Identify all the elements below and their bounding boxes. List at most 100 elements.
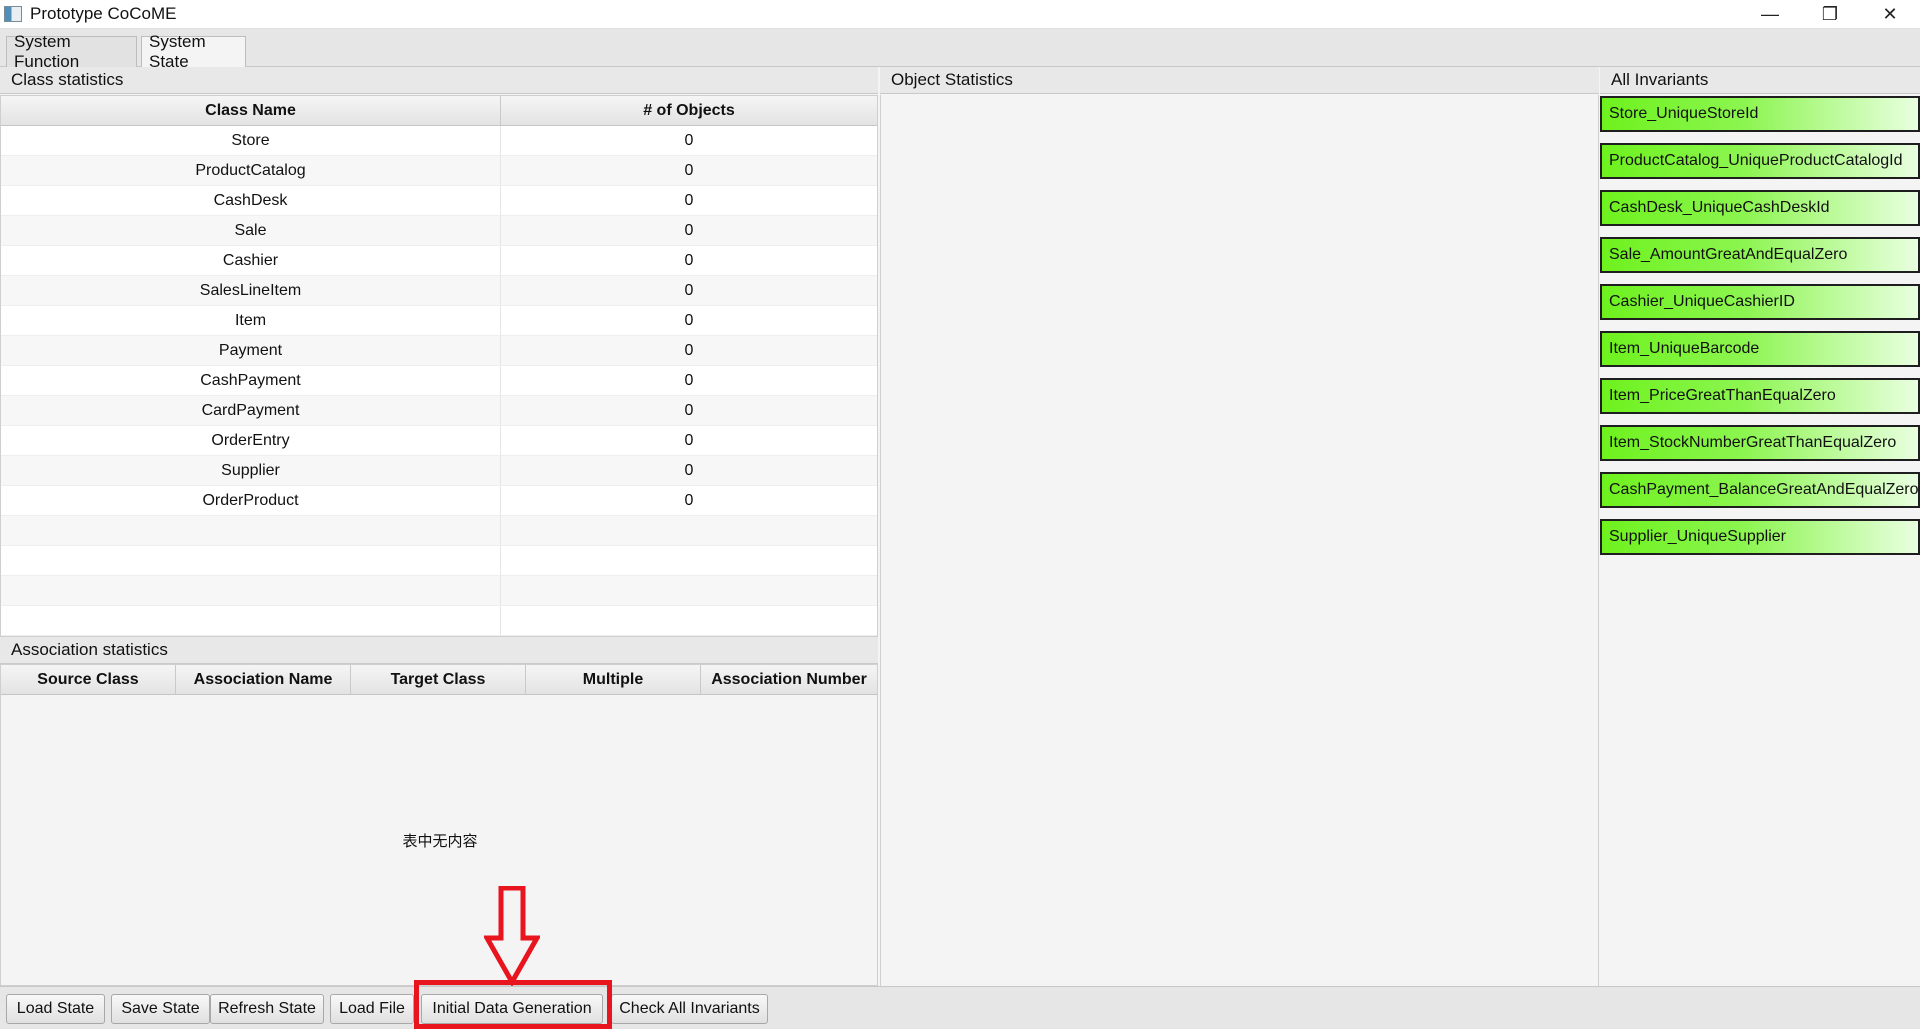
restore-button[interactable]: ❐ [1800, 0, 1860, 29]
association-statistics-title: Association statistics [0, 637, 878, 664]
class-statistics-table: Class Name # of Objects Store 0 ProductCat… [0, 95, 878, 637]
object-statistics-title: Object Statistics [880, 67, 1599, 94]
class-name-cell: Cashier [1, 246, 501, 275]
object-count-cell [501, 576, 877, 605]
class-name-cell: OrderProduct [1, 486, 501, 515]
refresh-state-button[interactable]: Refresh State [210, 994, 324, 1024]
tab-system-function[interactable]: System Function [6, 32, 137, 71]
table-row[interactable]: CashPayment 0 [1, 366, 877, 396]
class-name-cell: Item [1, 306, 501, 335]
window-controls: — ❐ ✕ [1740, 0, 1920, 29]
invariant-item[interactable]: Store_UniqueStoreId [1600, 96, 1920, 132]
table-row[interactable]: CashDesk 0 [1, 186, 877, 216]
table-row[interactable]: Supplier 0 [1, 456, 877, 486]
column-association-name[interactable]: Association Name [176, 665, 351, 694]
object-statistics-area [880, 95, 1599, 986]
table-row[interactable]: Payment 0 [1, 336, 877, 366]
load-state-button[interactable]: Load State [6, 994, 105, 1024]
table-header: Source Class Association Name Target Cla… [1, 665, 877, 695]
object-count-cell [501, 546, 877, 575]
object-count-cell: 0 [684, 341, 694, 359]
class-name-cell: SalesLineItem [1, 276, 501, 305]
restore-icon: ❐ [1821, 4, 1839, 24]
table-row[interactable]: SalesLineItem 0 [1, 276, 877, 306]
panel-title-text: All Invariants [1611, 70, 1709, 89]
object-count-cell: 0 [684, 491, 694, 509]
table-row[interactable]: ProductCatalog 0 [1, 156, 877, 186]
class-name-cell: CardPayment [1, 396, 501, 425]
invariant-item[interactable]: Item_UniqueBarcode [1600, 331, 1920, 367]
column-source-class[interactable]: Source Class [1, 665, 176, 694]
object-count-cell: 0 [684, 251, 694, 269]
object-count-cell [501, 516, 877, 545]
column-association-number[interactable]: Association Number [701, 665, 877, 694]
minimize-button[interactable]: — [1740, 0, 1800, 29]
tab-bar: System Function System State [0, 29, 1920, 71]
all-invariants-title: All Invariants [1600, 67, 1920, 94]
class-name-cell [1, 576, 501, 605]
panel-title-text: Class statistics [11, 70, 124, 89]
invariant-item[interactable]: Item_PriceGreatThanEqualZero [1600, 378, 1920, 414]
object-count-cell: 0 [684, 401, 694, 419]
invariant-item[interactable]: CashPayment_BalanceGreatAndEqualZero [1600, 472, 1920, 508]
table-row[interactable] [1, 546, 877, 576]
class-name-cell: CashDesk [1, 186, 501, 215]
column-target-class[interactable]: Target Class [351, 665, 526, 694]
table-row[interactable] [1, 516, 877, 546]
close-button[interactable]: ✕ [1860, 0, 1920, 29]
table-row[interactable] [1, 606, 877, 636]
table-row[interactable]: OrderEntry 0 [1, 426, 877, 456]
invariant-item[interactable]: Supplier_UniqueSupplier [1600, 519, 1920, 555]
class-statistics-title: Class statistics [0, 67, 878, 94]
class-name-cell: Sale [1, 216, 501, 245]
invariant-item[interactable]: Cashier_UniqueCashierID [1600, 284, 1920, 320]
object-count-cell: 0 [684, 371, 694, 389]
class-name-cell: OrderEntry [1, 426, 501, 455]
object-count-cell: 0 [684, 431, 694, 449]
object-count-cell [501, 606, 877, 635]
tab-system-state[interactable]: System State [141, 32, 246, 71]
object-count-cell: 0 [684, 221, 694, 239]
object-count-cell: 0 [684, 311, 694, 329]
annotation-arrow-icon [484, 886, 540, 986]
class-name-cell [1, 546, 501, 575]
annotation-highlight-box [414, 980, 612, 1029]
class-name-cell: Supplier [1, 456, 501, 485]
object-count-cell: 0 [684, 281, 694, 299]
check-all-invariants-button[interactable]: Check All Invariants [611, 994, 768, 1024]
class-name-cell [1, 516, 501, 545]
column-multiple[interactable]: Multiple [526, 665, 701, 694]
class-name-cell: Store [1, 126, 501, 155]
table-row[interactable]: CardPayment 0 [1, 396, 877, 426]
table-header: Class Name # of Objects [1, 96, 877, 126]
invariant-item[interactable]: ProductCatalog_UniqueProductCatalogId [1600, 143, 1920, 179]
load-file-button[interactable]: Load File [330, 994, 414, 1024]
class-name-cell [1, 606, 501, 635]
close-icon: ✕ [1882, 4, 1898, 24]
table-row[interactable]: Cashier 0 [1, 246, 877, 276]
window-title: Prototype CoCoME [30, 4, 177, 23]
invariant-item[interactable]: Item_StockNumberGreatThanEqualZero [1600, 425, 1920, 461]
association-statistics-table: Source Class Association Name Target Cla… [0, 664, 878, 986]
object-count-cell: 0 [684, 461, 694, 479]
class-name-cell: Payment [1, 336, 501, 365]
tab-label: System State [149, 32, 206, 71]
table-row[interactable]: OrderProduct 0 [1, 486, 877, 516]
invariant-item[interactable]: CashDesk_UniqueCashDeskId [1600, 190, 1920, 226]
app-icon [4, 6, 22, 22]
table-row[interactable]: Sale 0 [1, 216, 877, 246]
class-name-cell: ProductCatalog [1, 156, 501, 185]
save-state-button[interactable]: Save State [111, 994, 210, 1024]
column-class-name[interactable]: Class Name [1, 96, 501, 125]
invariant-item[interactable]: Sale_AmountGreatAndEqualZero [1600, 237, 1920, 273]
table-row[interactable]: Item 0 [1, 306, 877, 336]
column-object-count[interactable]: # of Objects [501, 96, 877, 125]
empty-table-message: 表中无内容 [402, 833, 478, 850]
object-count-cell: 0 [684, 131, 694, 149]
table-row[interactable] [1, 576, 877, 606]
table-row[interactable]: Store 0 [1, 126, 877, 156]
object-count-cell: 0 [684, 191, 694, 209]
tab-label: System Function [14, 32, 80, 71]
title-bar: Prototype CoCoME — ❐ ✕ [0, 0, 1920, 29]
object-count-cell: 0 [684, 161, 694, 179]
